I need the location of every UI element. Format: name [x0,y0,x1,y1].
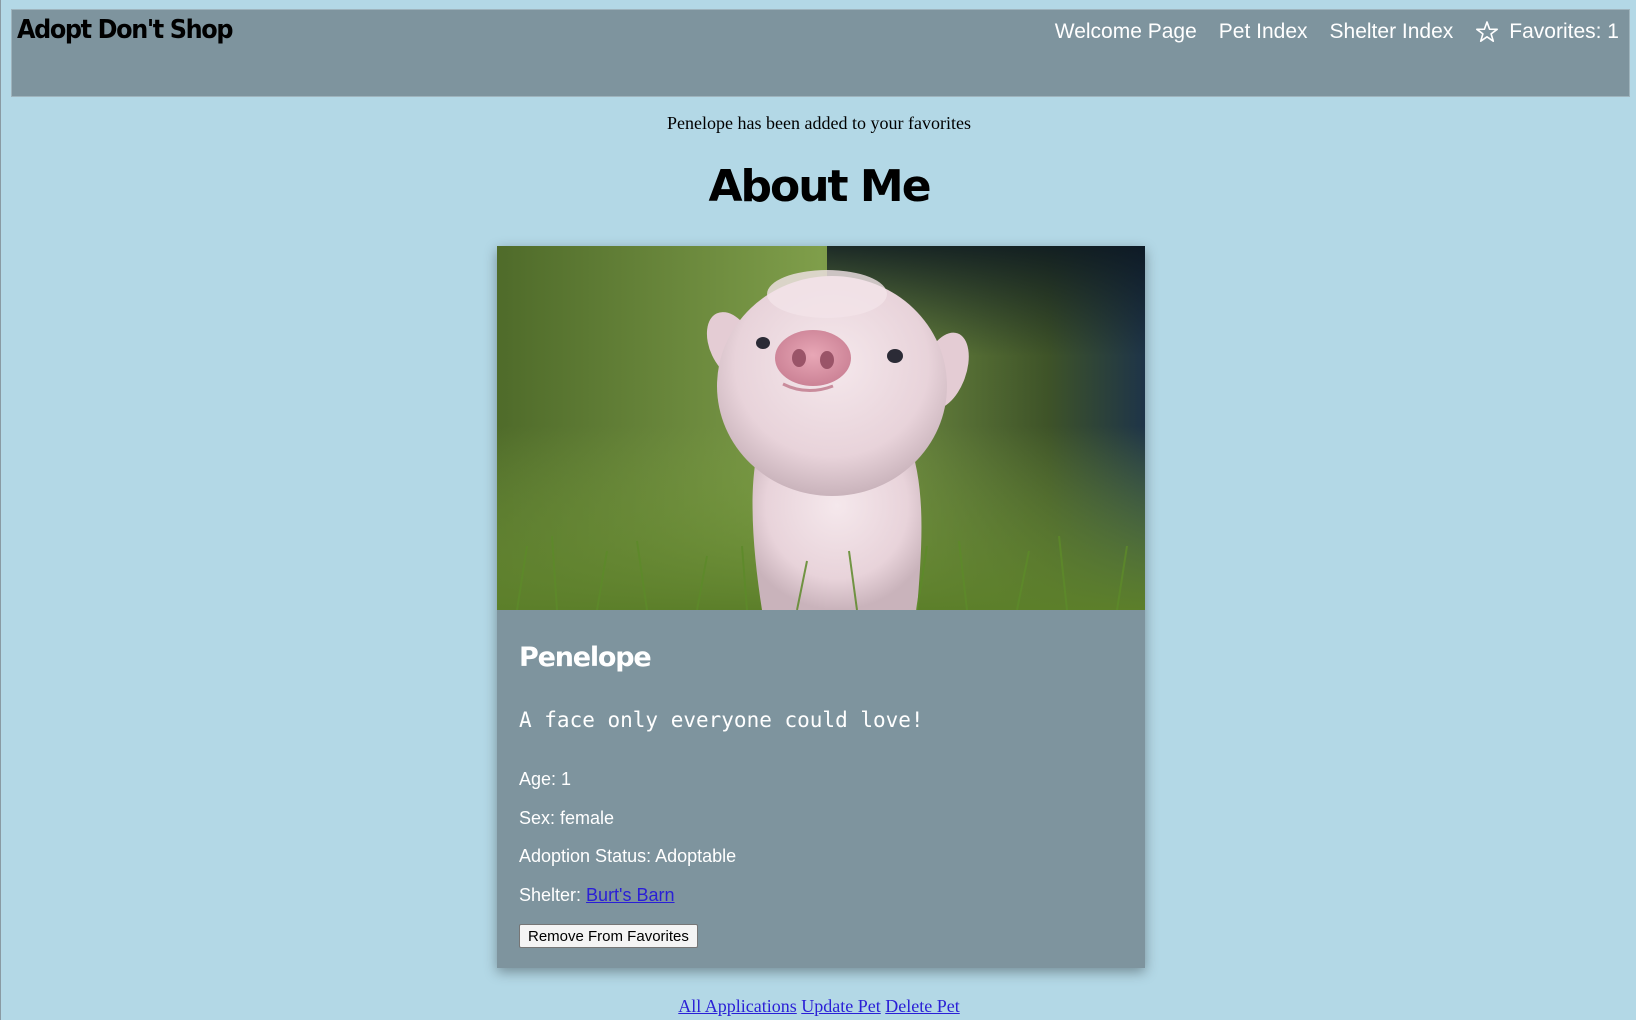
favorites-count-label: Favorites: 1 [1509,20,1619,43]
pet-name: Penelope [519,642,652,673]
page-title: About Me [708,161,931,212]
star-icon [1475,20,1499,44]
pet-description: A face only everyone could love! [519,708,924,732]
delete-pet-link[interactable]: Delete Pet [885,996,959,1016]
flash-message: Penelope has been added to your favorite… [667,113,971,133]
footer-links: All Applications Update Pet Delete Pet [1,996,1636,1017]
nav-link-welcome-page[interactable]: Welcome Page [1055,20,1197,44]
pet-card: Penelope A face only everyone could love… [497,246,1145,968]
nav-link-shelter-index[interactable]: Shelter Index [1330,20,1454,44]
brand-logo[interactable]: Adopt Don't Shop [17,15,233,45]
pet-adoption-status: Adoption Status: Adoptable [519,846,737,866]
shelter-link[interactable]: Burt's Barn [586,885,674,905]
nav-link-favorites[interactable]: Favorites: 1 [1475,20,1619,44]
nav-links: Welcome Page Pet Index Shelter Index Fav… [1055,20,1619,44]
shelter-label: Shelter: [519,885,587,905]
navbar: Adopt Don't Shop Welcome Page Pet Index … [11,9,1630,97]
pet-age: Age: 1 [519,769,572,789]
all-applications-link[interactable]: All Applications [678,996,797,1016]
remove-from-favorites-button[interactable]: Remove From Favorites [519,924,698,948]
pet-sex: Sex: female [519,808,615,828]
update-pet-link[interactable]: Update Pet [801,996,880,1016]
nav-link-pet-index[interactable]: Pet Index [1219,20,1308,44]
pet-photo [497,246,1145,610]
pet-shelter: Shelter: Burt's Barn [519,885,675,906]
